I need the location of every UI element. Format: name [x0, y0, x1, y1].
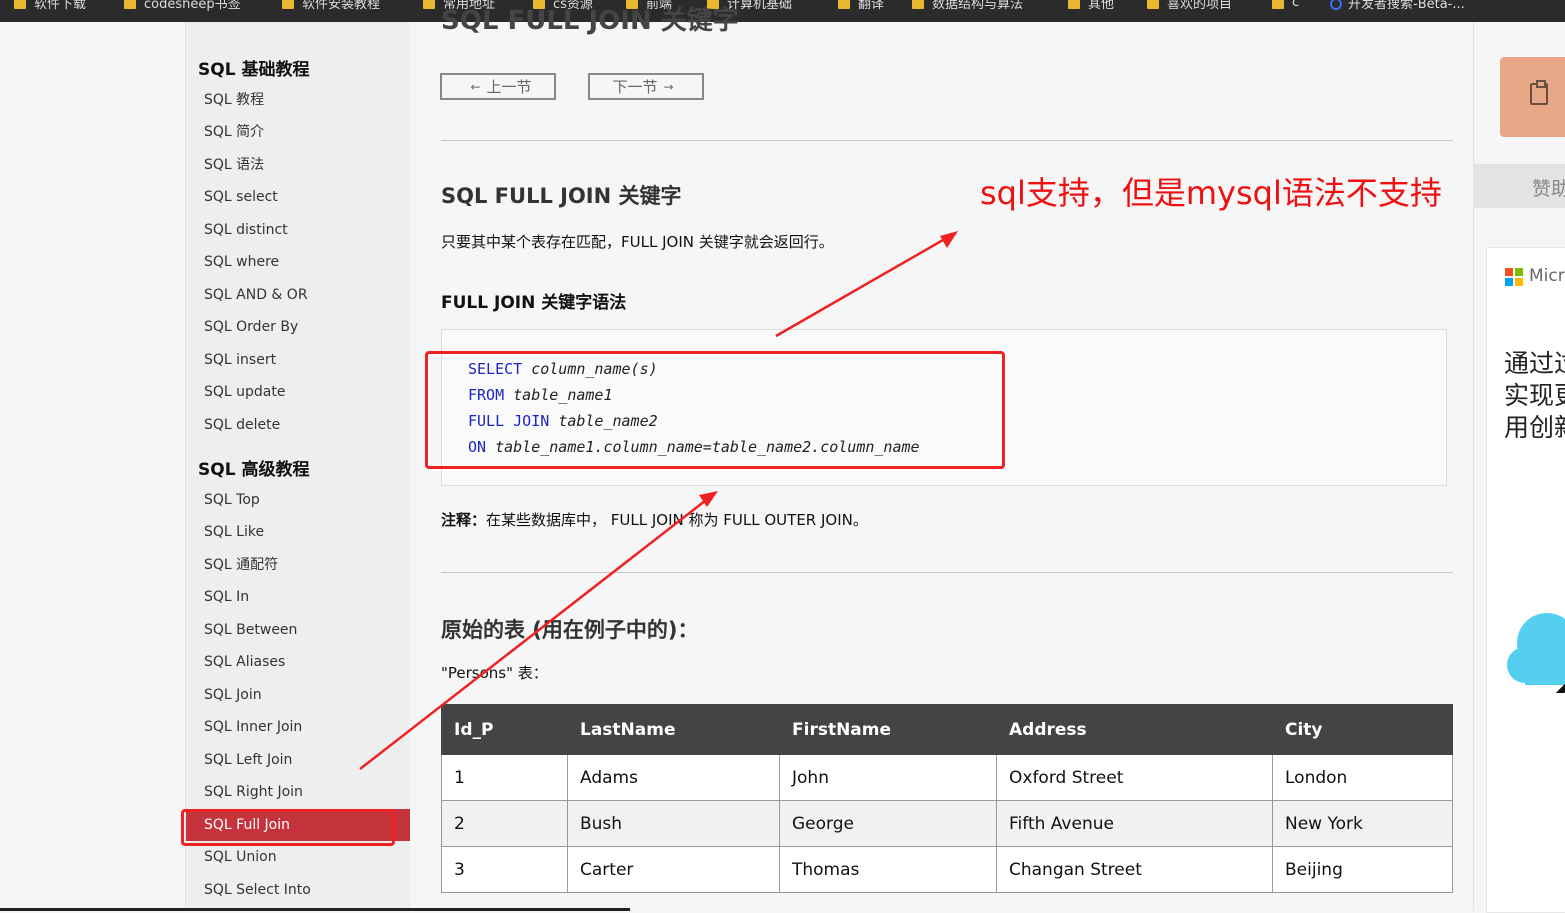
table-cell: Bush: [567, 800, 780, 847]
table-header-row: Id_P LastName FirstName Address City: [441, 704, 1453, 755]
ad-text-line: 用创新: [1504, 413, 1565, 442]
sidebar-item-sql-update[interactable]: SQL update: [186, 376, 410, 408]
sidebar-item-sql-in[interactable]: SQL In: [186, 581, 410, 613]
sidebar-item-sql-and-or[interactable]: SQL AND & OR: [186, 279, 410, 311]
sidebar-item-sql-select-into[interactable]: SQL Select Into: [186, 874, 410, 906]
sidebar-item-sql-left-join[interactable]: SQL Left Join: [186, 744, 410, 776]
sidebar-item-sql-tutorial[interactable]: SQL 教程: [186, 84, 410, 116]
sidebar-item-sql-join[interactable]: SQL Join: [186, 679, 410, 711]
folder-icon: [838, 0, 850, 9]
table-row: 2 Bush George Fifth Avenue New York: [441, 800, 1453, 847]
bookmark-item[interactable]: 软件下载: [14, 0, 86, 13]
divider: [441, 572, 1453, 573]
column-header: Address: [996, 704, 1273, 755]
folder-icon: [1147, 0, 1159, 9]
microsoft-logo-icon: [1505, 268, 1523, 286]
sidebar-item-sql-between[interactable]: SQL Between: [186, 614, 410, 646]
column-header: City: [1272, 704, 1453, 755]
sidebar-item-sql-where[interactable]: SQL where: [186, 246, 410, 278]
column-header: FirstName: [779, 704, 997, 755]
table-row: 3 Carter Thomas Changan Street Beijing: [441, 846, 1453, 893]
persons-caption: "Persons" 表：: [441, 664, 548, 682]
sidebar-item-sql-right-join[interactable]: SQL Right Join: [186, 776, 410, 808]
sidebar: SQL 基础教程 SQL 教程 SQL 简介 SQL 语法 SQL select…: [185, 22, 411, 911]
table-row: 1 Adams John Oxford Street London: [441, 754, 1453, 801]
folder-icon: [1068, 0, 1080, 9]
feedback-button[interactable]: [1500, 57, 1565, 137]
bookmarks-bar: 软件下载 codesheep书签 软件安装教程 常用地址 cs资源 前端 计算机…: [0, 0, 1565, 22]
table-cell: Oxford Street: [996, 754, 1273, 801]
folder-icon: [423, 0, 435, 9]
syntax-title: FULL JOIN 关键字语法: [441, 293, 627, 313]
arrow-right-icon: →: [663, 79, 674, 94]
sidebar-item-sql-top[interactable]: SQL Top: [186, 484, 410, 516]
globe-icon: [1330, 0, 1342, 10]
sidebar-item-sql-select[interactable]: SQL select: [186, 181, 410, 213]
table-cell: John: [779, 754, 997, 801]
arrow-left-icon: ←: [470, 79, 481, 94]
section-title: SQL FULL JOIN 关键字: [441, 184, 682, 208]
note-text: 注释：在某些数据库中， FULL JOIN 称为 FULL OUTER JOIN…: [441, 511, 868, 529]
sidebar-item-sql-order-by[interactable]: SQL Order By: [186, 311, 410, 343]
right-rail: 赞助 Micro 通过过 实现更 用创新: [1473, 22, 1565, 913]
table-cell: Changan Street: [996, 846, 1273, 893]
table-cell: Adams: [567, 754, 780, 801]
annotation-text: sql支持，但是mysql语法不支持: [980, 174, 1442, 212]
sidebar-heading-basic: SQL 基础教程: [198, 60, 310, 80]
intro-text: 只要其中某个表存在匹配，FULL JOIN 关键字就会返回行。: [441, 233, 834, 251]
column-header: Id_P: [441, 704, 568, 755]
bookmark-item[interactable]: 其他: [1068, 0, 1114, 13]
folder-icon: [1272, 0, 1284, 9]
next-section-button[interactable]: 下一节 →: [588, 73, 704, 100]
ad-brand: Micro: [1529, 266, 1565, 286]
bookmark-item[interactable]: 软件安装教程: [282, 0, 380, 13]
clipboard-icon: [1530, 80, 1548, 105]
table-cell: Thomas: [779, 846, 997, 893]
divider: [441, 140, 1453, 141]
sponsor-band: 赞助: [1474, 164, 1565, 208]
table-cell: George: [779, 800, 997, 847]
page-title: SQL FULL JOIN 关键字: [441, 6, 739, 36]
folder-icon: [912, 0, 924, 9]
table-cell: Carter: [567, 846, 780, 893]
sidebar-item-sql-wildcards[interactable]: SQL 通配符: [186, 549, 410, 581]
ad-text-line: 实现更: [1504, 381, 1565, 410]
table-cell: London: [1272, 754, 1453, 801]
sidebar-item-sql-insert[interactable]: SQL insert: [186, 344, 410, 376]
folder-icon: [14, 0, 26, 9]
table-cell: 3: [441, 846, 568, 893]
folder-icon: [282, 0, 294, 9]
active-item-highlight-box: [181, 809, 395, 846]
bookmark-item[interactable]: codesheep书签: [124, 0, 241, 13]
persons-table: Id_P LastName FirstName Address City 1 A…: [441, 704, 1453, 893]
table-cell: 2: [441, 800, 568, 847]
sidebar-item-sql-syntax[interactable]: SQL 语法: [186, 149, 410, 181]
sidebar-item-sql-delete[interactable]: SQL delete: [186, 409, 410, 441]
bookmark-item[interactable]: 喜欢的项目: [1147, 0, 1232, 13]
table-cell: New York: [1272, 800, 1453, 847]
table-cell: 1: [441, 754, 568, 801]
folder-icon: [124, 0, 136, 9]
bookmark-item[interactable]: 开发者搜索-Beta-...: [1330, 0, 1465, 13]
sidebar-item-sql-inner-join[interactable]: SQL Inner Join: [186, 711, 410, 743]
bookmark-item[interactable]: 翻译: [838, 0, 884, 13]
bookmark-item[interactable]: c: [1272, 0, 1299, 13]
code-highlight-box: [425, 351, 1005, 469]
cloud-icon: [1507, 613, 1565, 693]
sponsor-label: 赞助: [1532, 178, 1565, 200]
table-cell: Beijing: [1272, 846, 1453, 893]
table-cell: Fifth Avenue: [996, 800, 1273, 847]
sidebar-item-sql-aliases[interactable]: SQL Aliases: [186, 646, 410, 678]
bookmark-item[interactable]: 数据结构与算法: [912, 0, 1023, 13]
advertisement[interactable]: Micro 通过过 实现更 用创新: [1486, 247, 1565, 913]
ad-text-line: 通过过: [1504, 349, 1565, 378]
column-header: LastName: [567, 704, 780, 755]
sidebar-heading-advanced: SQL 高级教程: [198, 460, 310, 480]
sidebar-item-sql-distinct[interactable]: SQL distinct: [186, 214, 410, 246]
sidebar-item-sql-like[interactable]: SQL Like: [186, 516, 410, 548]
sidebar-item-sql-intro[interactable]: SQL 简介: [186, 116, 410, 148]
prev-section-button[interactable]: ← 上一节: [440, 73, 556, 100]
tables-title: 原始的表 (用在例子中的)：: [441, 618, 699, 642]
